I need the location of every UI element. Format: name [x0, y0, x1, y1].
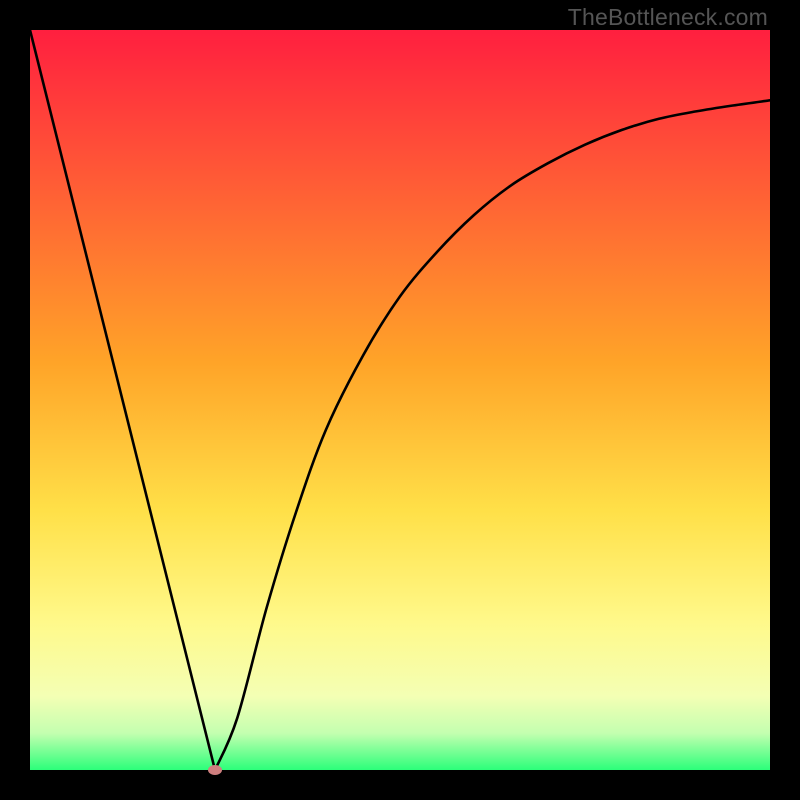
bottleneck-curve [30, 30, 770, 770]
plot-area [30, 30, 770, 770]
optimal-point-marker [208, 765, 222, 775]
curve-layer [30, 30, 770, 770]
chart-container: TheBottleneck.com [0, 0, 800, 800]
watermark-text: TheBottleneck.com [568, 4, 768, 31]
